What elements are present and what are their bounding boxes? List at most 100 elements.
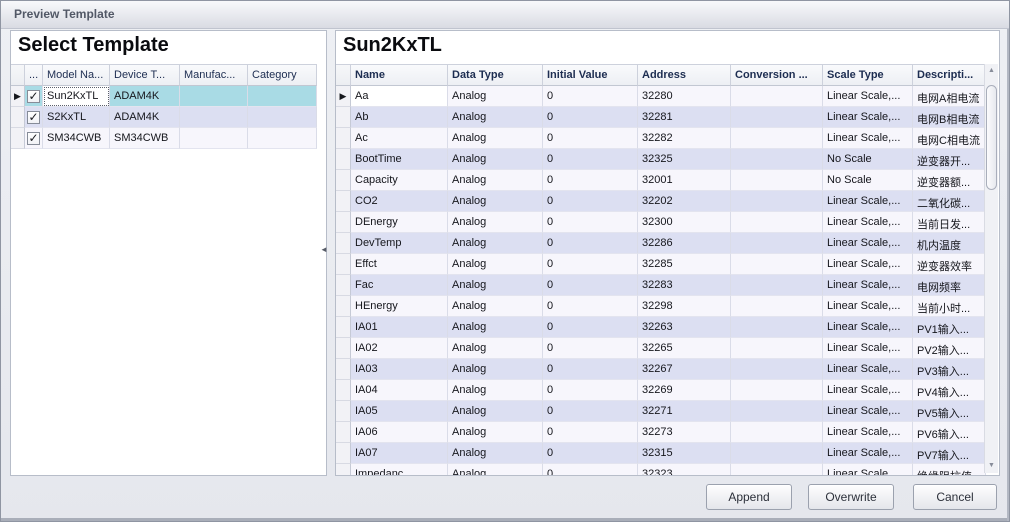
tag-row[interactable]: ▶AaAnalog032280Linear Scale,...电网A相电流 (336, 86, 999, 107)
cell-description[interactable]: 电网B相电流 (913, 107, 986, 128)
template-row[interactable]: ✓S2KxTLADAM4K (11, 107, 326, 128)
cell-conversion[interactable] (731, 296, 823, 317)
row-header-cell[interactable] (336, 296, 351, 317)
tag-row[interactable]: IA02Analog032265Linear Scale,...PV2输入... (336, 338, 999, 359)
cell-data-type[interactable]: Analog (448, 170, 543, 191)
cell-address[interactable]: 32263 (638, 317, 731, 338)
cell-name[interactable]: IA06 (351, 422, 448, 443)
cell-data-type[interactable]: Analog (448, 233, 543, 254)
column-header-data-type[interactable]: Data Type (448, 64, 543, 86)
cell-initial-value[interactable]: 0 (543, 338, 638, 359)
cell-description[interactable]: PV3输入... (913, 359, 986, 380)
cell-address[interactable]: 32280 (638, 86, 731, 107)
cell-scale-type[interactable]: No Scale (823, 170, 913, 191)
cell-data-type[interactable]: Analog (448, 401, 543, 422)
cancel-button[interactable]: Cancel (913, 484, 997, 510)
cell-name[interactable]: Effct (351, 254, 448, 275)
cell-scale-type[interactable]: No Scale (823, 149, 913, 170)
scroll-down-icon[interactable]: ▼ (985, 459, 998, 473)
tag-row[interactable]: IA03Analog032267Linear Scale,...PV3输入... (336, 359, 999, 380)
cell-data-type[interactable]: Analog (448, 128, 543, 149)
cell-name[interactable]: Ac (351, 128, 448, 149)
row-header-cell[interactable] (336, 107, 351, 128)
cell-name[interactable]: CO2 (351, 191, 448, 212)
cell-description[interactable]: PV1输入... (913, 317, 986, 338)
cell-data-type[interactable]: Analog (448, 296, 543, 317)
tag-row[interactable]: IA07Analog032315Linear Scale,...PV7输入... (336, 443, 999, 464)
checkbox-cell[interactable]: ✓ (25, 86, 43, 107)
cell-scale-type[interactable]: Linear Scale,... (823, 317, 913, 338)
tag-row[interactable]: IA05Analog032271Linear Scale,...PV5输入... (336, 401, 999, 422)
cell-name[interactable]: HEnergy (351, 296, 448, 317)
cell-manufacturer[interactable] (180, 128, 248, 149)
dialog-titlebar[interactable]: Preview Template (1, 1, 1009, 29)
checkbox-checked[interactable]: ✓ (27, 90, 40, 103)
cell-address[interactable]: 32281 (638, 107, 731, 128)
cell-conversion[interactable] (731, 317, 823, 338)
cell-description[interactable]: PV4输入... (913, 380, 986, 401)
checkbox-checked[interactable]: ✓ (27, 132, 40, 145)
cell-conversion[interactable] (731, 254, 823, 275)
cell-scale-type[interactable]: Linear Scale,... (823, 254, 913, 275)
tag-row[interactable]: IA04Analog032269Linear Scale,...PV4输入... (336, 380, 999, 401)
cell-initial-value[interactable]: 0 (543, 170, 638, 191)
cell-description[interactable]: 逆变器效率 (913, 254, 986, 275)
cell-scale-type[interactable]: Linear Scale (823, 464, 913, 476)
column-header-manufacturer[interactable]: Manufac... (180, 64, 248, 86)
tag-row[interactable]: EffctAnalog032285Linear Scale,...逆变器效率 (336, 254, 999, 275)
cell-initial-value[interactable]: 0 (543, 86, 638, 107)
cell-conversion[interactable] (731, 149, 823, 170)
cell-initial-value[interactable]: 0 (543, 212, 638, 233)
cell-initial-value[interactable]: 0 (543, 443, 638, 464)
cell-address[interactable]: 32271 (638, 401, 731, 422)
column-header-initial-value[interactable]: Initial Value (543, 64, 638, 86)
cell-data-type[interactable]: Analog (448, 338, 543, 359)
cell-scale-type[interactable]: Linear Scale,... (823, 191, 913, 212)
cell-data-type[interactable]: Analog (448, 86, 543, 107)
cell-scale-type[interactable]: Linear Scale,... (823, 128, 913, 149)
cell-description[interactable]: PV6输入... (913, 422, 986, 443)
cell-data-type[interactable]: Analog (448, 443, 543, 464)
row-header-cell[interactable] (336, 149, 351, 170)
cell-initial-value[interactable]: 0 (543, 464, 638, 476)
row-header-cell[interactable] (336, 128, 351, 149)
column-header-category[interactable]: Category (248, 64, 317, 86)
column-header-address[interactable]: Address (638, 64, 731, 86)
cell-address[interactable]: 32300 (638, 212, 731, 233)
scroll-up-icon[interactable]: ▲ (985, 64, 998, 78)
cell-device-type[interactable]: ADAM4K (110, 107, 180, 128)
cell-address[interactable]: 32282 (638, 128, 731, 149)
cell-name[interactable]: IA01 (351, 317, 448, 338)
checkbox-cell[interactable]: ✓ (25, 107, 43, 128)
cell-name[interactable]: Aa (351, 86, 448, 107)
row-header-cell[interactable] (336, 359, 351, 380)
cell-name[interactable]: Capacity (351, 170, 448, 191)
cell-conversion[interactable] (731, 170, 823, 191)
cell-initial-value[interactable]: 0 (543, 233, 638, 254)
cell-scale-type[interactable]: Linear Scale,... (823, 233, 913, 254)
tag-row[interactable]: DEnergyAnalog032300Linear Scale,...当前日发.… (336, 212, 999, 233)
cell-description[interactable]: 机内温度 (913, 233, 986, 254)
cell-conversion[interactable] (731, 275, 823, 296)
row-header-cell[interactable]: ▶ (336, 86, 351, 107)
scrollbar-thumb[interactable] (986, 85, 997, 190)
cell-address[interactable]: 32283 (638, 275, 731, 296)
column-header-scale-type[interactable]: Scale Type (823, 64, 913, 86)
row-header-cell[interactable] (336, 401, 351, 422)
cell-conversion[interactable] (731, 359, 823, 380)
row-header-cell[interactable] (336, 170, 351, 191)
row-header-cell[interactable] (336, 338, 351, 359)
cell-description[interactable]: 电网A相电流 (913, 86, 986, 107)
cell-scale-type[interactable]: Linear Scale,... (823, 212, 913, 233)
cell-initial-value[interactable]: 0 (543, 359, 638, 380)
cell-conversion[interactable] (731, 128, 823, 149)
cell-description[interactable]: 电网C相电流 (913, 128, 986, 149)
cell-description[interactable]: 当前日发... (913, 212, 986, 233)
cell-initial-value[interactable]: 0 (543, 317, 638, 338)
column-header-model-name[interactable]: Model Na... (43, 64, 110, 86)
cell-scale-type[interactable]: Linear Scale,... (823, 296, 913, 317)
tag-row[interactable]: IA01Analog032263Linear Scale,...PV1输入... (336, 317, 999, 338)
cell-name[interactable]: Fac (351, 275, 448, 296)
cell-address[interactable]: 32298 (638, 296, 731, 317)
cell-category[interactable] (248, 107, 317, 128)
